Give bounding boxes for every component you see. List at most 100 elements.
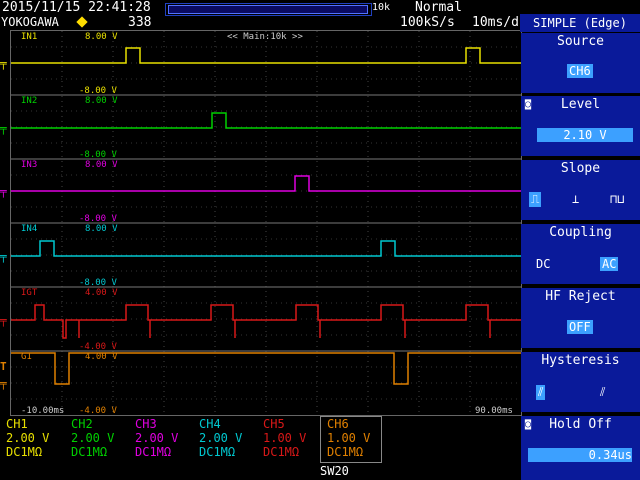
- datetime: 2015/11/15 22:41:28: [2, 0, 151, 15]
- ch3-name: CH3: [135, 417, 157, 431]
- ch2-volts: 2.00 V: [71, 431, 115, 445]
- rising-edge-icon[interactable]: ⎍: [529, 192, 542, 207]
- source-menu[interactable]: Source CH6: [521, 33, 640, 93]
- in1-bottom-scale: -8.00 V: [79, 86, 117, 96]
- hysteresis-high-icon[interactable]: ⫽: [600, 385, 605, 400]
- switch-label: SW20: [320, 464, 349, 478]
- level-menu[interactable]: ◙ Level 2.10 V: [521, 96, 640, 156]
- ch6-settings[interactable]: CH6 1.00 V DC1MΩ: [320, 416, 382, 463]
- ch4-name: CH4: [199, 417, 221, 431]
- trace-in3: [11, 175, 521, 192]
- rotary-knob-icon: ◙: [525, 419, 532, 430]
- hysteresis-label: Hysteresis: [541, 353, 620, 368]
- ch6-name: CH6: [327, 417, 349, 431]
- ch5-name: CH5: [263, 417, 285, 431]
- source-label: Source: [557, 34, 604, 49]
- trace-in1: [11, 47, 521, 64]
- in1-top-scale: 8.00 V: [85, 32, 118, 42]
- hysteresis-low-icon[interactable]: ⫽: [536, 385, 546, 400]
- trace-in4: [11, 240, 521, 257]
- acquisition-count: 338: [128, 15, 152, 30]
- panel-title: SIMPLE (Edge): [533, 16, 627, 30]
- trigger-level-marker-icon[interactable]: T: [0, 360, 7, 373]
- slope-label: Slope: [560, 161, 601, 176]
- falling-edge-icon[interactable]: ⊥: [572, 192, 579, 206]
- trace-name-in2: IN2: [21, 96, 38, 106]
- hf-reject-value[interactable]: OFF: [567, 320, 593, 334]
- ch4-settings[interactable]: CH4 2.00 V DC1MΩ: [199, 417, 242, 459]
- igt-top-scale: 4.00 V: [85, 288, 118, 298]
- in2-bottom-scale: -8.00 V: [79, 150, 117, 160]
- ground-marker-in1-icon[interactable]: ╤: [0, 57, 7, 70]
- zoom-position-bar[interactable]: [165, 3, 372, 16]
- ch3-settings[interactable]: CH3 2.00 V DC1MΩ: [135, 417, 178, 459]
- sample-rate: 100kS/s: [400, 15, 455, 30]
- ch6-volts: 1.00 V: [327, 431, 371, 445]
- ch6-coupling: DC1MΩ: [327, 445, 364, 459]
- ch1-coupling: DC1MΩ: [6, 445, 43, 459]
- slope-menu[interactable]: Slope ⎍ ⊥ ⊓⊔: [521, 160, 640, 220]
- g1-top-scale: 4.00 V: [85, 352, 118, 362]
- source-value[interactable]: CH6: [567, 64, 593, 78]
- coupling-ac-option[interactable]: AC: [600, 257, 619, 271]
- trigger-status-icon: [76, 16, 88, 28]
- trace-name-g1: G1: [21, 352, 32, 362]
- ch2-name: CH2: [71, 417, 93, 431]
- time-end-label: 90.00ms: [475, 406, 513, 416]
- status-header: 2015/11/15 22:41:28 YOKOGAWA 338 10k Nor…: [0, 0, 520, 30]
- ch1-settings[interactable]: CH1 2.00 V DC1MΩ: [6, 417, 49, 459]
- hold-off-menu[interactable]: ◙ Hold Off 0.34us: [521, 416, 640, 480]
- timebase[interactable]: 10ms/div: [472, 15, 520, 30]
- ground-marker-in3-icon[interactable]: ╤: [0, 185, 7, 198]
- ch3-coupling: DC1MΩ: [135, 445, 172, 459]
- ground-marker-igt-icon[interactable]: ╤: [0, 314, 7, 327]
- trace-name-in4: IN4: [21, 224, 38, 234]
- coupling-menu[interactable]: Coupling DC AC: [521, 224, 640, 284]
- in4-bottom-scale: -8.00 V: [79, 278, 117, 288]
- coupling-label: Coupling: [549, 225, 612, 240]
- hold-off-label: Hold Off: [549, 417, 612, 432]
- ground-marker-in2-icon[interactable]: ╤: [0, 122, 7, 135]
- coupling-dc-option[interactable]: DC: [536, 257, 550, 271]
- in2-top-scale: 8.00 V: [85, 96, 118, 106]
- level-value[interactable]: 2.10 V: [537, 128, 633, 142]
- hf-reject-label: HF Reject: [545, 289, 616, 304]
- in3-top-scale: 8.00 V: [85, 160, 118, 170]
- rotary-knob-icon: ◙: [525, 99, 532, 110]
- ground-markers: ╤ ╤ ╤ ╤ ╤ T ╤: [0, 30, 10, 414]
- both-edges-icon[interactable]: ⊓⊔: [610, 192, 624, 206]
- zoom-window-indicator: [168, 5, 368, 14]
- level-label: Level: [560, 97, 601, 112]
- ch5-settings[interactable]: CH5 1.00 V DC1MΩ: [263, 417, 306, 459]
- ch5-coupling: DC1MΩ: [263, 445, 300, 459]
- in3-bottom-scale: -8.00 V: [79, 214, 117, 224]
- igt-bottom-scale: -4.00 V: [79, 342, 117, 352]
- channel-settings-bar: CH1 2.00 V DC1MΩ CH2 2.00 V DC1MΩ CH3 2.…: [0, 416, 520, 480]
- trace-name-in3: IN3: [21, 160, 38, 170]
- hold-off-value[interactable]: 0.34us: [528, 448, 632, 462]
- ch5-volts: 1.00 V: [263, 431, 307, 445]
- trace-name-in1: IN1: [21, 32, 38, 42]
- in4-top-scale: 8.00 V: [85, 224, 118, 234]
- g1-bottom-scale: -4.00 V: [79, 406, 117, 416]
- ch3-volts: 2.00 V: [135, 431, 179, 445]
- hysteresis-menu[interactable]: Hysteresis ⫽ ⫽: [521, 352, 640, 412]
- hf-reject-menu[interactable]: HF Reject OFF: [521, 288, 640, 348]
- ch4-coupling: DC1MΩ: [199, 445, 236, 459]
- brand-logo: YOKOGAWA: [1, 15, 59, 29]
- ch4-volts: 2.00 V: [199, 431, 243, 445]
- trace-in2: [11, 112, 521, 129]
- zoom-label: << Main:10k >>: [227, 32, 303, 42]
- trigger-mode[interactable]: Normal: [415, 0, 462, 15]
- ch1-volts: 2.00 V: [6, 431, 50, 445]
- ground-marker-g1-icon[interactable]: ╤: [0, 377, 7, 390]
- waveform-display[interactable]: << Main:10k >> IN1 IN2 IN3 IN4 IGT G1 8.…: [10, 30, 522, 416]
- ch2-settings[interactable]: CH2 2.00 V DC1MΩ: [71, 417, 114, 459]
- ch1-name: CH1: [6, 417, 28, 431]
- trace-name-igt: IGT: [21, 288, 38, 298]
- zoom-factor: 10k: [372, 2, 391, 13]
- time-start-label: -10.00ms: [21, 406, 65, 416]
- ground-marker-in4-icon[interactable]: ╤: [0, 250, 7, 263]
- ch2-coupling: DC1MΩ: [71, 445, 108, 459]
- panel-header: SIMPLE (Edge): [520, 14, 640, 32]
